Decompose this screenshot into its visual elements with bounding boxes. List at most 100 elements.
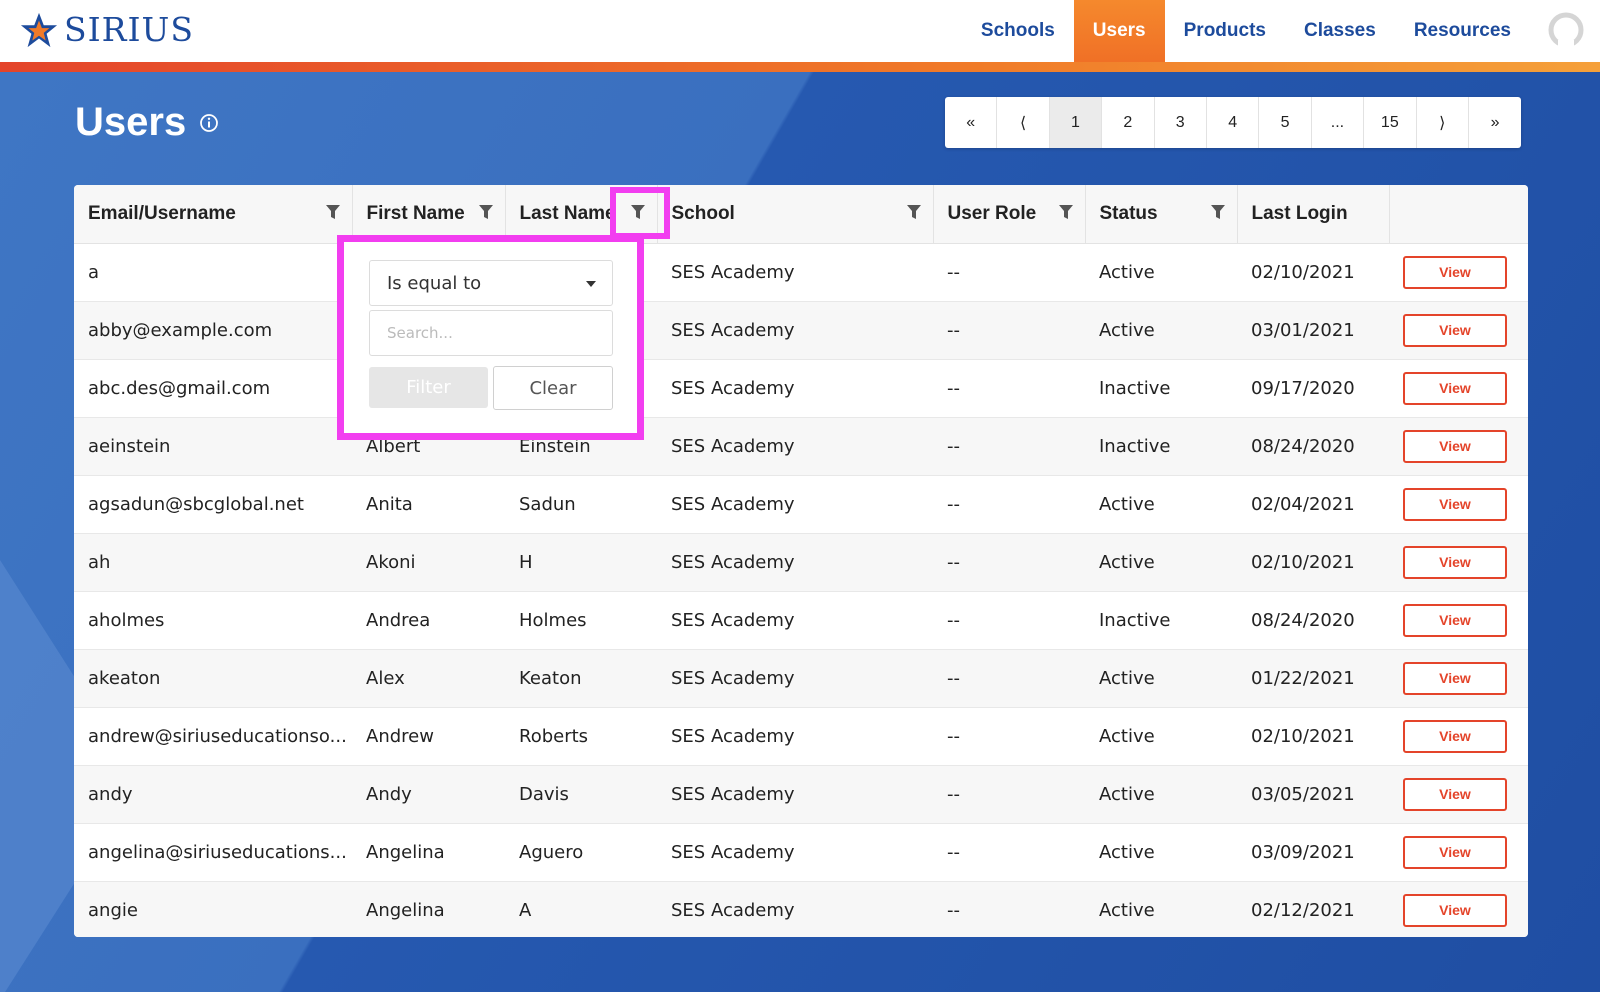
filter-icon[interactable]	[1058, 205, 1073, 219]
cell-last-login: 08/24/2020	[1237, 417, 1389, 476]
cell-status: Active	[1085, 301, 1237, 360]
cell-actions: View	[1389, 243, 1528, 302]
cell-user-role: --	[933, 243, 1085, 302]
table-row: andy Andy Davis SES Academy -- Active 03/05/20…	[74, 765, 1528, 824]
filter-apply-button[interactable]: Filter	[369, 367, 488, 408]
cell-status: Active	[1085, 707, 1237, 766]
view-button[interactable]: View	[1403, 313, 1507, 347]
column-header-actions	[1389, 185, 1528, 244]
view-button[interactable]: View	[1403, 255, 1507, 289]
user-avatar-icon[interactable]	[1548, 12, 1584, 48]
cell-last-login: 08/24/2020	[1237, 591, 1389, 650]
cell-last-name: Holmes	[505, 591, 657, 650]
cell-user-role: --	[933, 591, 1085, 650]
cell-last-login: 03/09/2021	[1237, 823, 1389, 882]
info-icon[interactable]	[199, 113, 219, 133]
cell-last-login: 09/17/2020	[1237, 359, 1389, 418]
page-3-button[interactable]: 3	[1155, 97, 1207, 148]
cell-last-login: 03/01/2021	[1237, 301, 1389, 360]
cell-user-role: --	[933, 649, 1085, 708]
cell-user-role: --	[933, 707, 1085, 766]
filter-search-input[interactable]: Search...	[369, 310, 613, 356]
cell-first-name: Anita	[352, 475, 505, 534]
filter-popup: Is equal to Search... Filter Clear	[337, 235, 644, 440]
filter-icon[interactable]	[906, 205, 921, 219]
cell-user-role: --	[933, 301, 1085, 360]
cell-first-name: Alex	[352, 649, 505, 708]
view-button[interactable]: View	[1403, 545, 1507, 579]
column-header-user-role[interactable]: User Role	[933, 185, 1086, 244]
page-last-button[interactable]: »	[1469, 97, 1521, 148]
nav-classes[interactable]: Classes	[1285, 0, 1395, 62]
cell-user-role: --	[933, 417, 1085, 476]
filter-search-placeholder: Search...	[387, 324, 453, 342]
nav-schools[interactable]: Schools	[962, 0, 1074, 62]
cell-last-name: A	[505, 881, 657, 937]
cell-school: SES Academy	[657, 301, 933, 360]
cell-user-role: --	[933, 533, 1085, 592]
view-button[interactable]: View	[1403, 487, 1507, 521]
cell-last-login: 02/12/2021	[1237, 881, 1389, 937]
view-button[interactable]: View	[1403, 719, 1507, 753]
view-button[interactable]: View	[1403, 661, 1507, 695]
cell-status: Active	[1085, 823, 1237, 882]
cell-last-name: H	[505, 533, 657, 592]
page-1-button[interactable]: 1	[1049, 97, 1103, 148]
column-header-last-login[interactable]: Last Login	[1237, 185, 1390, 244]
table-row: aeinstein Albert Einstein SES Academy -- Inac…	[74, 417, 1528, 476]
logo[interactable]: SIRIUS	[20, 10, 194, 49]
page-5-button[interactable]: 5	[1259, 97, 1312, 148]
table-row: abby@example.com SES Academy -- Active 03/01…	[74, 301, 1528, 360]
cell-last-name: Davis	[505, 765, 657, 824]
view-button[interactable]: View	[1403, 371, 1507, 405]
column-header-school[interactable]: School	[657, 185, 934, 244]
view-button[interactable]: View	[1403, 835, 1507, 869]
cell-school: SES Academy	[657, 823, 933, 882]
cell-school: SES Academy	[657, 359, 933, 418]
nav-products[interactable]: Products	[1165, 0, 1285, 62]
table-row: agsadun@sbcglobal.net Anita Sadun SES Acade…	[74, 475, 1528, 534]
page-prev-button[interactable]: ⟨	[997, 97, 1050, 148]
view-button[interactable]: View	[1403, 429, 1507, 463]
cell-email: agsadun@sbcglobal.net	[74, 475, 352, 534]
column-header-email[interactable]: Email/Username	[74, 185, 353, 244]
page-next-button[interactable]: ⟩	[1417, 97, 1469, 148]
nav-resources[interactable]: Resources	[1395, 0, 1530, 62]
cell-email: andrew@siriuseducationso...	[74, 707, 352, 766]
cell-school: SES Academy	[657, 475, 933, 534]
filter-icon[interactable]	[478, 205, 493, 219]
filter-operator-select[interactable]: Is equal to	[369, 260, 613, 306]
column-label: First Name	[366, 202, 465, 224]
filter-icon[interactable]	[325, 205, 340, 219]
brand-name: SIRIUS	[64, 10, 194, 49]
page-first-button[interactable]: «	[945, 97, 998, 148]
cell-status: Active	[1085, 243, 1237, 302]
column-label: Last Login	[1251, 202, 1348, 224]
view-button[interactable]: View	[1403, 893, 1507, 927]
table-row: angelina@siriuseducations... Angelina Ague…	[74, 823, 1528, 882]
cell-actions: View	[1389, 881, 1528, 937]
filter-icon-highlight	[610, 187, 670, 239]
view-button[interactable]: View	[1403, 777, 1507, 811]
column-header-status[interactable]: Status	[1085, 185, 1238, 244]
cell-last-login: 02/10/2021	[1237, 243, 1389, 302]
cell-actions: View	[1389, 475, 1528, 534]
cell-actions: View	[1389, 417, 1528, 476]
page-4-button[interactable]: 4	[1207, 97, 1260, 148]
filter-icon[interactable]	[1210, 205, 1225, 219]
filter-clear-button[interactable]: Clear	[493, 366, 613, 410]
users-table-card: Email/Username First Name Last Name Scho…	[74, 185, 1528, 937]
cell-email: angie	[74, 881, 352, 937]
cell-first-name: Andy	[352, 765, 505, 824]
page-15-button[interactable]: 15	[1364, 97, 1417, 148]
cell-email: aeinstein	[74, 417, 352, 476]
view-button[interactable]: View	[1403, 603, 1507, 637]
nav-users[interactable]: Users	[1073, 0, 1165, 62]
cell-user-role: --	[933, 359, 1085, 418]
page-ellipsis-button[interactable]: ...	[1312, 97, 1365, 148]
star-logo-icon	[20, 12, 58, 47]
page-2-button[interactable]: 2	[1102, 97, 1155, 148]
filter-operator-value: Is equal to	[387, 272, 482, 294]
cell-email: andy	[74, 765, 352, 824]
cell-status: Inactive	[1085, 359, 1237, 418]
